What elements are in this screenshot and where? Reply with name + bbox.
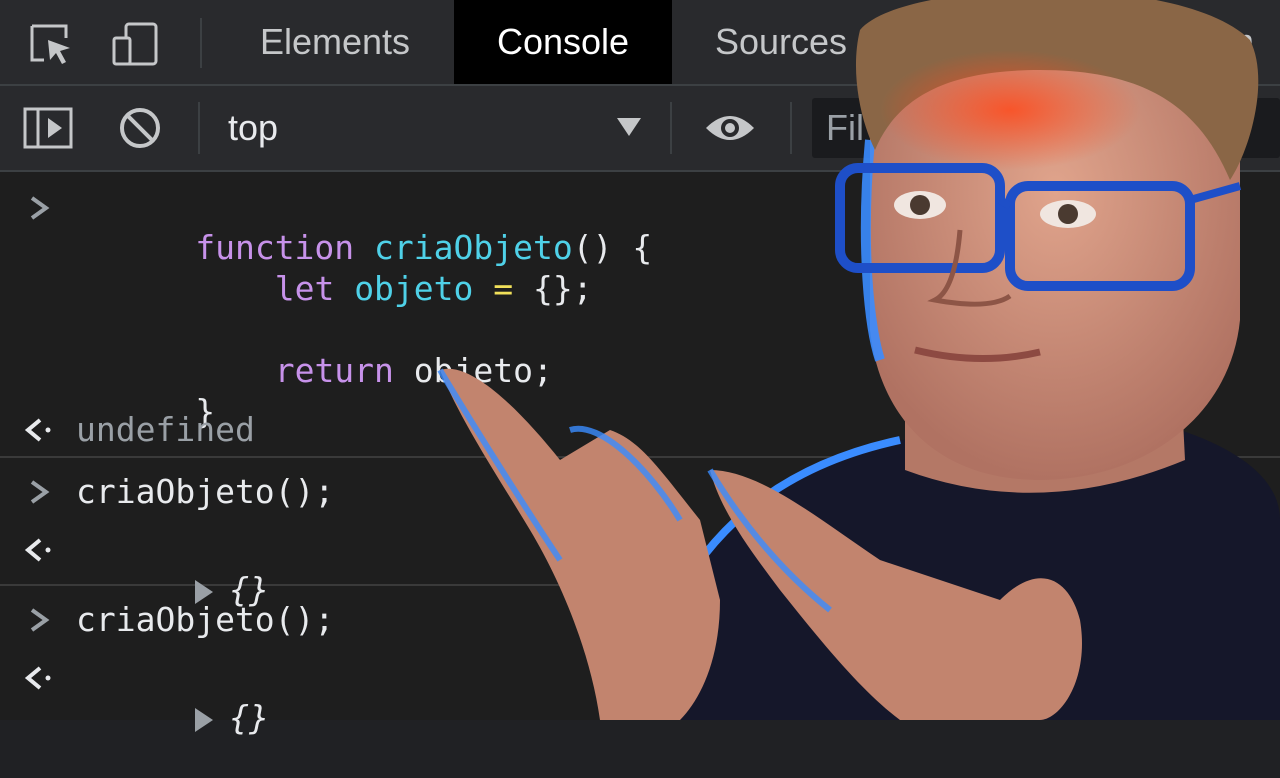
filter-placeholder: Fil	[826, 107, 864, 148]
result-arrow-icon	[24, 410, 56, 450]
console-input-call: criaObjeto();	[76, 600, 335, 639]
code-line: return objeto;	[76, 311, 553, 390]
console-panel: function criaObjeto() { let objeto = {};…	[0, 172, 1280, 737]
live-expression-eye-icon[interactable]	[704, 104, 756, 152]
tab-elements[interactable]: Elements	[228, 0, 442, 84]
code-token: return	[274, 351, 394, 390]
code-line: function criaObjeto() {	[76, 188, 652, 267]
prompt-chevron-icon	[24, 600, 56, 640]
sidebar-toggle-icon[interactable]	[22, 104, 74, 152]
code-line: let objeto = {};	[76, 229, 593, 308]
object-preview: {}	[229, 698, 269, 737]
code-line: }	[76, 352, 215, 431]
console-entry-input: criaObjeto(); {}	[0, 586, 1280, 737]
code-token: {};	[513, 269, 593, 308]
console-toolbar: top Fil	[0, 86, 1280, 172]
device-toolbar-icon[interactable]	[110, 20, 162, 68]
clear-console-icon[interactable]	[114, 104, 166, 152]
tab-sources[interactable]: Sources	[672, 0, 890, 84]
tabbar-divider	[200, 18, 202, 68]
toolbar-divider	[790, 102, 792, 154]
inspect-element-icon[interactable]	[26, 20, 78, 68]
console-output-undefined: undefined	[76, 410, 255, 449]
toolbar-divider	[198, 102, 200, 154]
devtools-tabbar: Elements Console Sources rm	[0, 0, 1280, 86]
toolbar-divider	[670, 102, 672, 154]
tab-console[interactable]: Console	[454, 0, 672, 84]
prompt-chevron-icon	[24, 188, 56, 228]
console-output-object[interactable]: {}	[76, 658, 269, 737]
console-entry-input: criaObjeto(); {}	[0, 458, 1280, 609]
code-token: =	[493, 269, 514, 308]
dropdown-caret-icon[interactable]	[615, 116, 643, 138]
code-token: let	[274, 269, 335, 308]
code-token: objeto;	[393, 351, 553, 390]
filter-input[interactable]	[812, 98, 1280, 158]
prompt-chevron-icon	[24, 472, 56, 512]
result-arrow-icon	[24, 658, 56, 698]
console-entry-input: function criaObjeto() { let objeto = {};…	[0, 172, 1280, 458]
console-output-object[interactable]: {}	[76, 530, 269, 609]
code-token: objeto	[354, 269, 474, 308]
result-arrow-icon	[24, 530, 56, 570]
context-selector[interactable]: top	[228, 86, 278, 170]
tab-performance[interactable]: rm	[1212, 0, 1280, 84]
console-input-call: criaObjeto();	[76, 472, 335, 511]
